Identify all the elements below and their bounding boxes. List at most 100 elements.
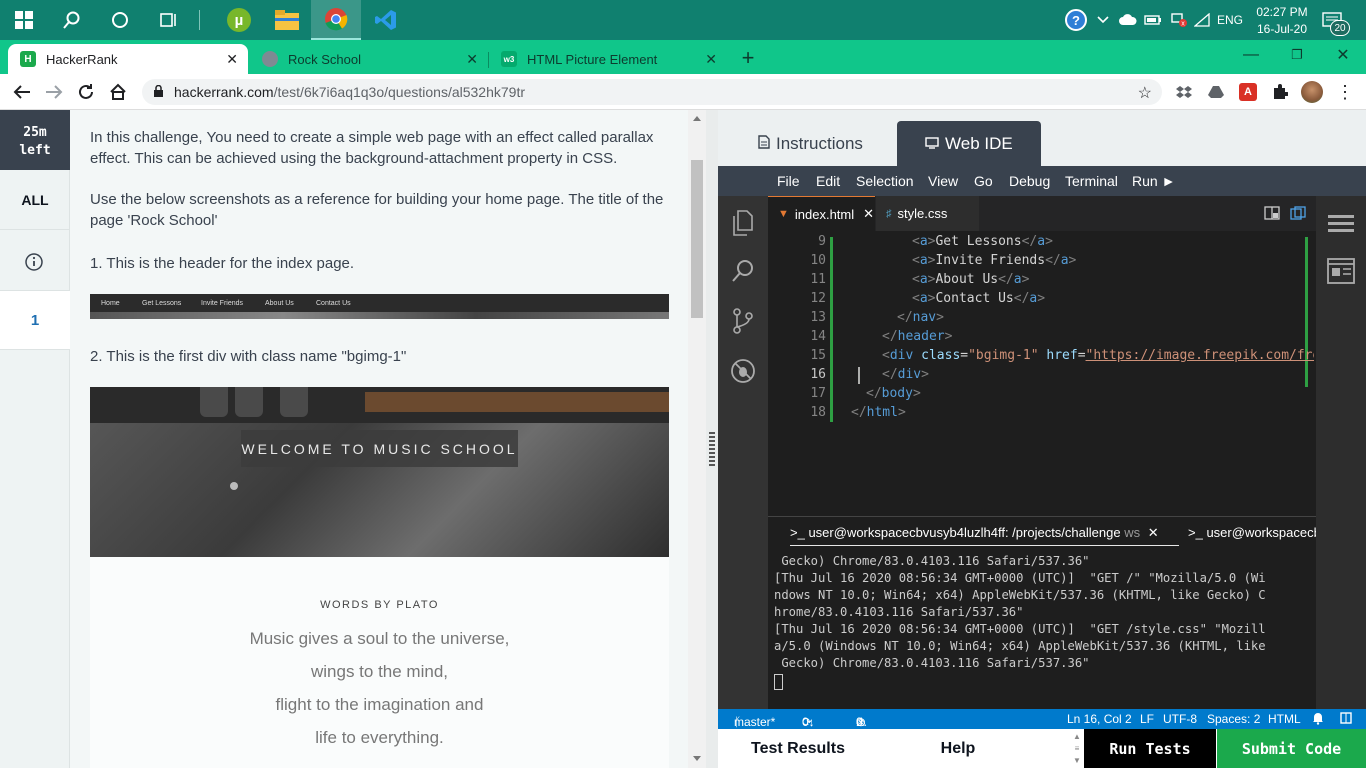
question-1-button[interactable]: 1 [0, 290, 70, 350]
search-icon[interactable] [730, 259, 756, 285]
line-number: 11 [810, 272, 826, 287]
source-control-icon[interactable] [730, 308, 756, 334]
wifi-icon[interactable] [1194, 0, 1210, 40]
utorrent-icon[interactable]: µ [215, 0, 263, 40]
debug-icon[interactable] [730, 358, 756, 384]
windows-start-icon[interactable] [0, 0, 48, 40]
drag-handle-icon[interactable] [709, 430, 715, 466]
back-icon[interactable] [10, 80, 34, 104]
lock-icon[interactable] [153, 84, 164, 101]
tab-instructions[interactable]: Instructions [758, 121, 863, 166]
close-editor-tab-icon[interactable]: ✕ [863, 206, 874, 222]
terminal-output[interactable]: Gecko) Chrome/83.0.4103.116 Safari/537.3… [768, 548, 1316, 709]
list-view-icon[interactable] [1328, 214, 1354, 239]
menu-run[interactable]: Run ► [1132, 173, 1175, 189]
profile-avatar[interactable] [1300, 80, 1324, 104]
search-icon[interactable] [48, 0, 96, 40]
menu-edit[interactable]: Edit [816, 173, 840, 189]
chevron-up-icon[interactable] [1097, 0, 1109, 40]
address-bar[interactable]: hackerrank.com/test/6k7i6aq1q3o/question… [142, 79, 1162, 105]
git-gutter-added [830, 237, 833, 422]
editor-tab-bar: ▼ index.html ✕ ♯ style.css [768, 196, 1316, 231]
tab-web-ide[interactable]: Web IDE [897, 121, 1041, 166]
file-explorer-icon[interactable] [263, 0, 311, 40]
editor-tab-style-css[interactable]: ♯ style.css [876, 196, 979, 231]
battery-icon[interactable] [1144, 0, 1162, 40]
close-tab-icon[interactable]: ✕ [226, 51, 238, 68]
editor-tab-index-html[interactable]: ▼ index.html ✕ [768, 196, 875, 231]
close-tab-icon[interactable]: ✕ [466, 51, 478, 68]
tab-rock-school[interactable]: Rock School ✕ [250, 44, 488, 74]
terminal-cursor [774, 674, 783, 690]
pane-splitter[interactable] [706, 110, 718, 768]
quote-screenshot: WORDS BY PLATO Music gives a soul to the… [90, 557, 669, 768]
info-icon[interactable] [24, 252, 44, 277]
menu-terminal[interactable]: Terminal [1065, 173, 1118, 189]
dropbox-extension-icon[interactable] [1172, 80, 1196, 104]
line-number: 18 [810, 405, 826, 420]
scroll-up-arrow-icon[interactable]: ▲ [1073, 732, 1081, 741]
panel-resize-handle[interactable]: ▲ ≡ ▼ [1070, 732, 1084, 765]
language-indicator[interactable]: ENG [1217, 0, 1243, 40]
forward-icon[interactable] [42, 80, 66, 104]
scroll-up-arrow-icon[interactable] [693, 116, 701, 121]
task-view-icon[interactable] [144, 0, 192, 40]
tab-hackerrank[interactable]: H HackerRank ✕ [8, 44, 248, 74]
terminal-tab-2[interactable]: >_ user@workspacecb [1188, 525, 1316, 540]
clock[interactable]: 02:27 PM 16-Jul-20 [1252, 0, 1312, 40]
test-results-button[interactable]: Test Results [718, 729, 878, 768]
eol-status[interactable]: LF [1140, 712, 1154, 726]
menu-debug[interactable]: Debug [1009, 173, 1050, 189]
ide-tab-bar: Instructions Web IDE [718, 110, 1366, 166]
all-questions-button[interactable]: ALL [0, 170, 70, 230]
extensions-puzzle-icon[interactable] [1268, 80, 1292, 104]
close-tab-icon[interactable]: ✕ [705, 51, 717, 68]
code-line-13: </nav> [897, 310, 944, 325]
instructions-scrollbar[interactable] [688, 110, 706, 768]
window-close-icon[interactable]: ✕ [1320, 40, 1366, 70]
reload-icon[interactable] [74, 80, 98, 104]
scrollbar-thumb[interactable] [691, 160, 703, 318]
run-tests-button[interactable]: Run Tests [1084, 729, 1216, 768]
line-number: 14 [810, 329, 826, 344]
encoding-status[interactable]: UTF-8 [1163, 712, 1197, 726]
vscode-icon[interactable] [362, 0, 410, 40]
scroll-down-arrow-icon[interactable]: ▼ [1073, 756, 1081, 765]
open-preview-icon[interactable] [1264, 206, 1280, 225]
terminal-line: ndows NT 10.0; Win64; x64) AppleWebKit/5… [774, 588, 1266, 602]
explorer-icon[interactable] [730, 210, 756, 236]
chrome-taskbar-icon[interactable] [311, 0, 361, 40]
new-tab-icon[interactable]: + [735, 45, 761, 70]
more-menu-icon[interactable]: ⋮ [1333, 80, 1357, 104]
line-number: 12 [810, 291, 826, 306]
network-disconnected-icon[interactable]: x [1170, 0, 1188, 40]
time-left: 25m left [0, 110, 70, 170]
preview-panel-icon[interactable] [1327, 258, 1355, 289]
close-terminal-icon[interactable]: ✕ [1148, 525, 1159, 540]
terminal-tab-1[interactable]: >_ user@workspacecbvusyb4luzlh4ff: /proj… [790, 525, 1159, 541]
help-button[interactable]: Help [878, 729, 1038, 768]
cursor-position[interactable]: Ln 16, Col 2 [1067, 712, 1132, 726]
bookmark-star-icon[interactable]: ☆ [1138, 83, 1152, 103]
restore-icon[interactable]: ❐ [1274, 40, 1320, 70]
minimize-icon[interactable]: — [1228, 40, 1274, 70]
help-tray-icon[interactable]: ? [1065, 0, 1087, 40]
onedrive-icon[interactable] [1119, 0, 1137, 40]
code-editor[interactable]: 9 10 11 12 13 14 15 16 17 18 <a>Get Less… [768, 231, 1316, 516]
menu-view[interactable]: View [928, 173, 958, 189]
menu-file[interactable]: File [777, 173, 800, 189]
bell-icon[interactable] [1312, 712, 1324, 728]
google-drive-extension-icon[interactable] [1204, 80, 1228, 104]
cortana-icon[interactable] [96, 0, 144, 40]
home-icon[interactable] [106, 80, 130, 104]
menu-selection[interactable]: Selection [856, 173, 914, 189]
language-mode[interactable]: HTML [1268, 712, 1301, 726]
tab-html-picture-element[interactable]: w3 HTML Picture Element ✕ [489, 44, 727, 74]
submit-code-button[interactable]: Submit Code [1217, 729, 1366, 768]
indent-status[interactable]: Spaces: 2 [1207, 712, 1260, 726]
split-editor-icon[interactable] [1290, 206, 1306, 225]
scroll-down-arrow-icon[interactable] [693, 756, 701, 761]
layout-icon[interactable] [1340, 712, 1352, 727]
pdf-extension-icon[interactable]: A [1236, 80, 1260, 104]
menu-go[interactable]: Go [974, 173, 993, 189]
